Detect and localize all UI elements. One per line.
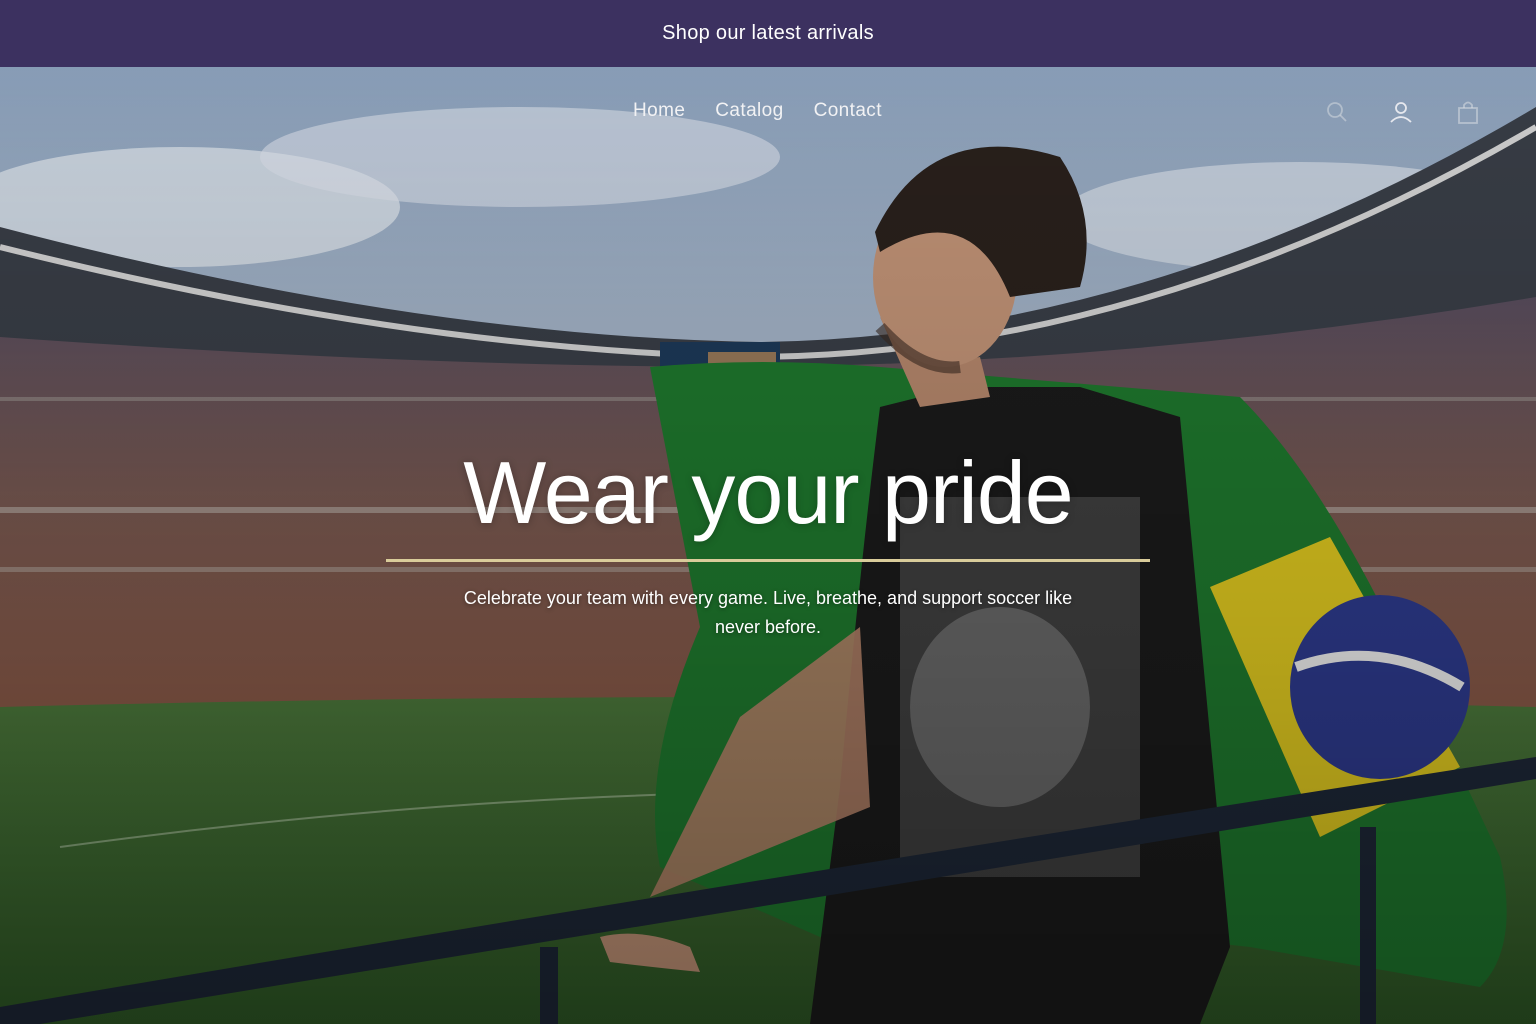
cart-icon[interactable] bbox=[1455, 99, 1481, 125]
hero-subtitle: Celebrate your team with every game. Liv… bbox=[463, 588, 1073, 638]
nav-links: Home Catalog Contact bbox=[618, 97, 897, 125]
announcement-text[interactable]: Shop our latest arrivals bbox=[662, 22, 874, 45]
nav-link-contact[interactable]: Contact bbox=[799, 97, 897, 125]
hero-divider bbox=[386, 559, 1150, 563]
hero-content: Wear your pride Celebrate your team with… bbox=[340, 443, 1196, 642]
search-icon[interactable] bbox=[1324, 99, 1350, 125]
main-nav: Home Catalog Contact bbox=[0, 97, 1536, 127]
account-icon[interactable] bbox=[1388, 99, 1414, 125]
hero-title: Wear your pride bbox=[463, 443, 1073, 542]
hero-banner: Home Catalog Contact Wear your pride Cel… bbox=[0, 67, 1536, 1024]
announcement-bar[interactable]: Shop our latest arrivals bbox=[0, 0, 1536, 67]
nav-link-catalog[interactable]: Catalog bbox=[700, 97, 798, 125]
nav-link-home[interactable]: Home bbox=[618, 97, 700, 125]
